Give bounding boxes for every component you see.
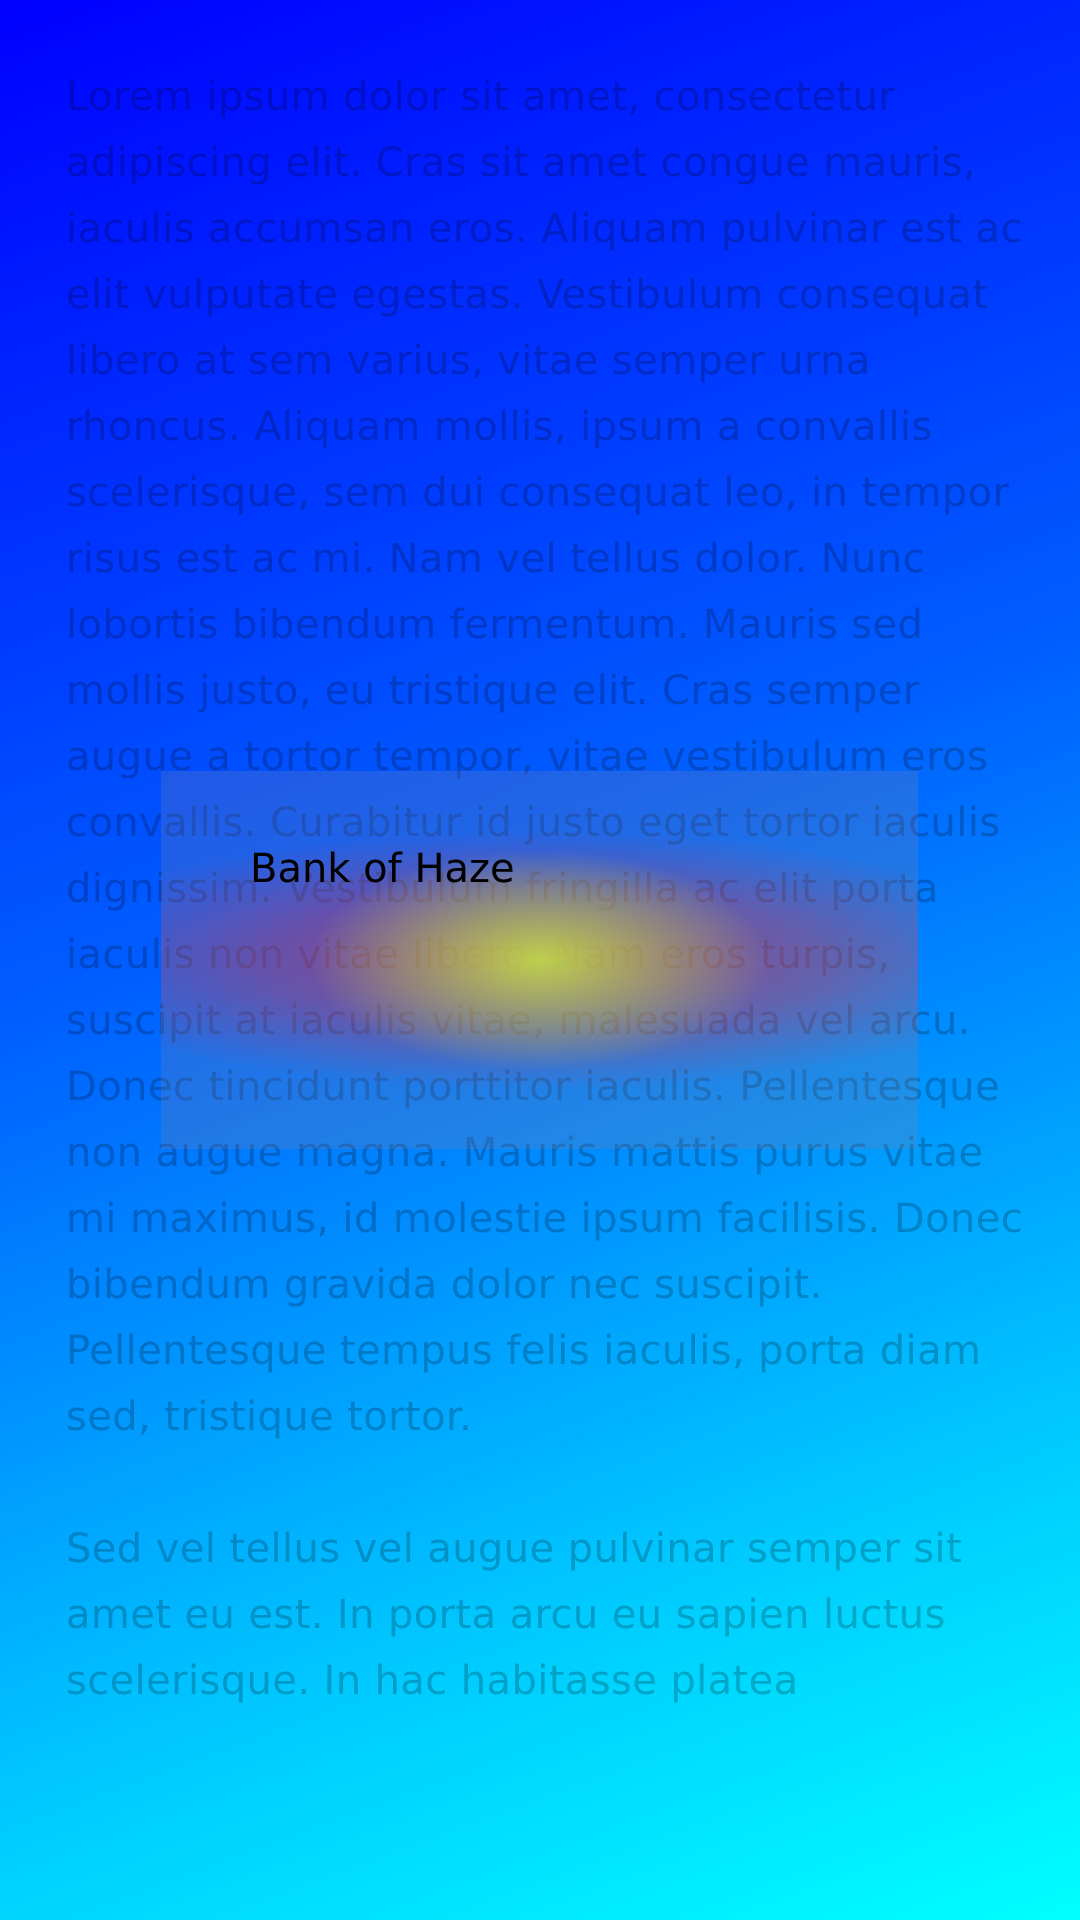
paragraph-1: Lorem ipsum dolor sit amet, consectetur … bbox=[66, 74, 1024, 1440]
paragraph-2: Sed vel tellus vel augue pulvinar semper… bbox=[66, 1526, 963, 1704]
haze-card: Bank of Haze bbox=[161, 771, 918, 1149]
screen: { "article": { "paragraphs": [ "Lorem ip… bbox=[0, 0, 1080, 1920]
haze-card-title: Bank of Haze bbox=[250, 846, 515, 892]
